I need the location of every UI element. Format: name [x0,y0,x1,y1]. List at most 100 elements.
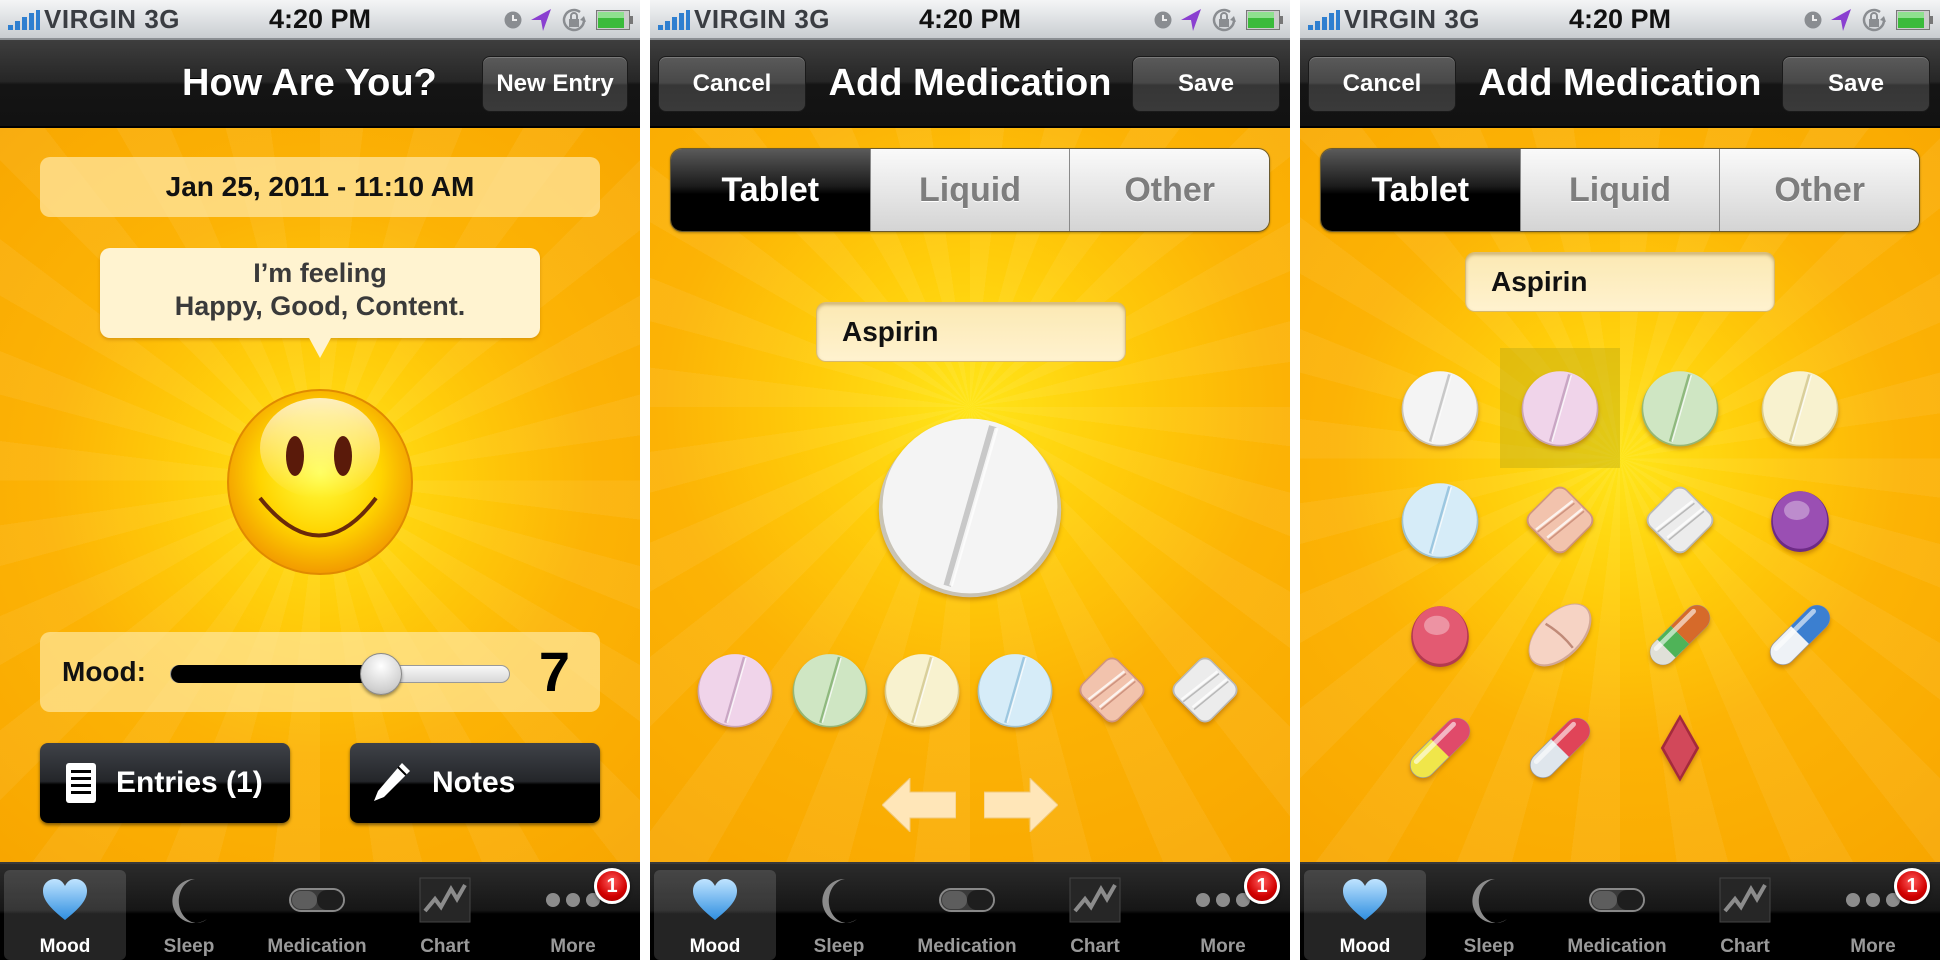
pill-option-peach-diamond-scored[interactable] [1073,651,1151,729]
entry-date[interactable]: Jan 25, 2011 - 11:10 AM [40,157,600,217]
pill-option-blue-round-scored[interactable] [976,651,1054,729]
tab-chart[interactable]: Chart [1684,870,1806,960]
mood-rating: Mood: 7 [40,632,600,712]
pill-option-yellow-round-scored[interactable] [883,651,961,729]
pill-option-peach-oval-scored[interactable] [1520,595,1600,675]
save-button[interactable]: Save [1782,56,1930,112]
pill-option-pink-round-scored[interactable] [696,651,774,729]
smiley-face-icon[interactable] [226,388,414,576]
pill-option-green-round-scored[interactable] [1640,368,1720,448]
new-entry-button[interactable]: New Entry [482,56,628,112]
line-chart-icon [1684,876,1806,924]
tab-sleep[interactable]: Sleep [128,870,250,960]
pill-option-blue-round-scored[interactable] [1400,480,1480,560]
tab-more[interactable]: More 1 [1162,868,1284,960]
rotation-lock-icon [562,8,586,32]
battery-icon [1246,10,1283,30]
pill-option-red-round[interactable] [1400,595,1480,675]
tab-sleep[interactable]: Sleep [778,870,900,960]
tab-label: Mood [1339,936,1391,957]
mood-slider-thumb[interactable] [359,653,402,695]
pill-option-purple-sphere[interactable] [1760,480,1840,560]
navigation-bar: How Are You? New Entry [0,40,640,128]
entries-label: Entries (1) [116,766,263,799]
save-button[interactable]: Save [1132,56,1280,112]
pill-option-orange-green-capsule[interactable] [1640,595,1720,675]
navigation-bar: Cancel Add Medication Save [1300,40,1940,128]
pill-option-white-diamond-scored[interactable] [1640,480,1720,560]
tab-label: Medication [1567,936,1667,957]
pill-option-yellow-round-scored[interactable] [1760,368,1840,448]
tab-label: Sleep [813,936,865,957]
battery-icon [596,10,633,30]
segment-tablet[interactable]: Tablet [671,149,870,231]
medication-name-input[interactable] [1465,252,1775,312]
tab-more[interactable]: More 1 [1812,868,1934,960]
pill-option-red-diamond[interactable] [1640,708,1720,788]
notification-badge: 1 [594,868,630,904]
alarm-clock-icon [1154,11,1172,29]
capsule-icon [1556,876,1678,924]
pill-option-white-round-scored[interactable] [1400,368,1480,448]
tab-chart[interactable]: Chart [1034,870,1156,960]
segment-other[interactable]: Other [1069,149,1269,231]
location-arrow-icon [1831,9,1851,31]
add-medication-screen: VIRGIN 3G 4:20 PM Cancel Add Medication … [650,0,1290,960]
tab-medication[interactable]: Medication [906,870,1028,960]
notes-label: Notes [432,766,516,799]
tab-label: More [550,936,596,957]
status-bar: VIRGIN 3G 4:20 PM [0,0,640,40]
heart-icon [654,876,776,924]
tab-mood[interactable]: Mood [1304,870,1426,960]
next-arrow-icon[interactable] [984,778,1058,832]
feeling-bubble[interactable]: I’m feeling Happy, Good, Content. [100,248,540,338]
tab-mood[interactable]: Mood [4,870,126,960]
pill-option-green-round-scored[interactable] [791,651,869,729]
feeling-words: Happy, Good, Content. [174,291,466,321]
pill-option-white-red-capsule[interactable] [1520,708,1600,788]
entries-button[interactable]: Entries (1) [40,743,290,823]
status-bar: VIRGIN 3G 4:20 PM [1300,0,1940,40]
tab-sleep[interactable]: Sleep [1428,870,1550,960]
tab-more[interactable]: More 1 [512,868,634,960]
tab-medication[interactable]: Medication [1556,870,1678,960]
segment-tablet[interactable]: Tablet [1321,149,1520,231]
feeling-prefix: I’m feeling [253,258,387,288]
tab-label: Chart [1720,936,1770,957]
pill-option-blue-white-capsule[interactable] [1760,595,1840,675]
rotation-lock-icon [1862,8,1886,32]
alarm-clock-icon [1804,11,1822,29]
pill-option-pink-round-scored[interactable] [1520,368,1600,448]
selected-pill-white-round-scored [875,411,1065,601]
medication-type-segmented-control: Tablet Liquid Other [1320,148,1920,232]
tab-mood[interactable]: Mood [654,870,776,960]
tab-label: More [1200,936,1246,957]
line-chart-icon [384,876,506,924]
moon-icon [128,876,250,924]
segment-liquid[interactable]: Liquid [869,149,1070,231]
tab-chart[interactable]: Chart [384,870,506,960]
segment-other[interactable]: Other [1719,149,1919,231]
bubble-tail [308,336,332,358]
rotation-lock-icon [1212,8,1236,32]
pill-option-peach-diamond-scored[interactable] [1520,480,1600,560]
tab-medication[interactable]: Medication [256,870,378,960]
pill-option-yellow-pink-capsule[interactable] [1400,708,1480,788]
tab-bar: Mood Sleep Medication Chart More 1 [0,862,640,960]
mood-content: Jan 25, 2011 - 11:10 AM I’m feeling Happ… [0,128,640,862]
mood-slider[interactable] [170,653,510,695]
medication-name-input[interactable] [816,302,1126,362]
pill-option-white-diamond-scored[interactable] [1166,651,1244,729]
status-bar: VIRGIN 3G 4:20 PM [650,0,1290,40]
heart-icon [4,876,126,924]
moon-icon [778,876,900,924]
previous-arrow-icon[interactable] [882,778,956,832]
tab-label: Sleep [1463,936,1515,957]
moon-icon [1428,876,1550,924]
battery-icon [1896,10,1933,30]
medication-content: Tablet Liquid Other [1300,128,1940,862]
mood-label: Mood: [62,656,146,687]
notification-badge: 1 [1244,868,1280,904]
notes-button[interactable]: Notes [350,743,600,823]
segment-liquid[interactable]: Liquid [1519,149,1720,231]
